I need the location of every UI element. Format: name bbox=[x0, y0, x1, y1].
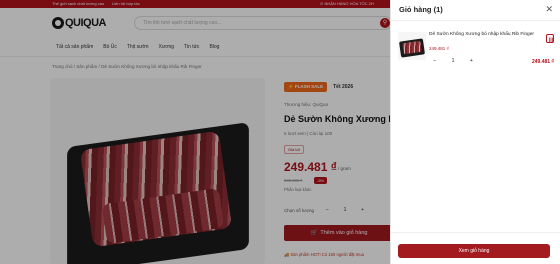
cart-item-thumbnail[interactable] bbox=[398, 32, 426, 60]
cart-item: Dẻ Sườn Không Xương bò nhập khẩu Rib Fin… bbox=[396, 30, 556, 74]
cart-footer: Xem giỏ hàng bbox=[391, 232, 560, 264]
cart-drawer: Giỏ hàng (1) ✕ Dẻ Sườn Không Xương bò nh… bbox=[390, 0, 560, 264]
cart-qty-plus-button[interactable]: + bbox=[470, 58, 473, 64]
view-cart-button[interactable]: Xem giỏ hàng bbox=[398, 244, 550, 258]
cart-item-quantity-stepper: − 1 + bbox=[433, 57, 473, 65]
cart-item-total: 249.481 ₫ bbox=[531, 59, 554, 65]
cart-qty-value[interactable]: 1 bbox=[451, 58, 454, 64]
modal-backdrop[interactable] bbox=[0, 0, 390, 264]
cart-title: Giỏ hàng (1) bbox=[399, 5, 443, 14]
cart-item-name[interactable]: Dẻ Sườn Không Xương bò nhập khẩu Rib Fin… bbox=[429, 32, 539, 38]
cart-item-unit-price: 249.481 ₫ bbox=[429, 46, 449, 51]
trash-icon[interactable] bbox=[546, 34, 554, 43]
cart-header: Giỏ hàng (1) ✕ bbox=[391, 0, 560, 21]
cart-qty-minus-button[interactable]: − bbox=[433, 58, 436, 64]
close-icon[interactable]: ✕ bbox=[545, 3, 553, 15]
